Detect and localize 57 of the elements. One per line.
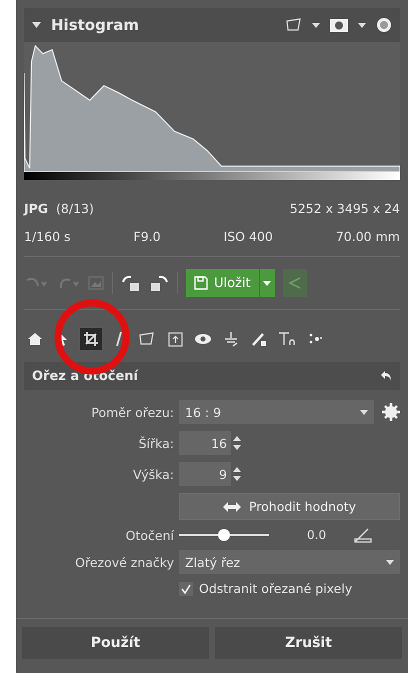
crop-tool[interactable] (80, 328, 102, 350)
file-format: JPG (8/13) (24, 200, 94, 216)
swap-values-button[interactable]: Prohodit hodnoty (179, 493, 400, 520)
height-label: Výška: (132, 466, 174, 482)
width-label: Šířka: (138, 436, 174, 450)
rotate-left-icon (121, 274, 141, 292)
histogram-title: Histogram (51, 16, 140, 34)
guides-dropdown[interactable]: Zlatý řez (179, 550, 400, 574)
settings-icon (376, 17, 392, 33)
floppy-icon (194, 276, 208, 290)
caret-icon (360, 410, 368, 414)
iso: ISO 400 (224, 228, 273, 244)
remove-pixels-checkbox[interactable] (179, 582, 193, 596)
collapse-caret-icon[interactable] (32, 22, 41, 28)
ruler-angle-icon (354, 527, 372, 543)
caret-icon (263, 280, 272, 286)
rotation-value: 0.0 (307, 528, 326, 542)
straighten-icon (115, 331, 123, 347)
home-icon (27, 331, 43, 347)
rotation-slider[interactable] (179, 528, 269, 542)
sparkle-icon (307, 332, 323, 346)
selection-icon (286, 18, 302, 32)
spinner-icon (233, 435, 241, 451)
share-icon (288, 276, 302, 290)
settings-icon (382, 403, 400, 421)
guides-label: Ořezové značky (74, 554, 174, 570)
height-field[interactable]: 9 (179, 462, 231, 486)
reset-icon (380, 370, 392, 382)
eye-icon (194, 333, 212, 345)
stamp-icon (223, 331, 239, 347)
swap-arrow-icon (222, 502, 241, 512)
width-field[interactable]: 16 (179, 431, 231, 455)
text-icon (278, 331, 296, 347)
slider-thumb[interactable] (218, 529, 230, 541)
cancel-button[interactable]: Zrušit (215, 627, 402, 659)
focal-length: 70.00 mm (336, 228, 400, 244)
remove-pixels-label: Odstranit ořezané pixely (199, 581, 352, 596)
frame-icon (168, 332, 182, 346)
selection-icon (139, 332, 155, 346)
crop-icon (83, 331, 99, 347)
spinner-icon (233, 466, 241, 482)
apply-button[interactable]: Použít (22, 627, 209, 659)
image-dimensions: 5252 x 3495 x 24 (290, 200, 400, 216)
image-icon (88, 276, 104, 290)
save-dropdown-button[interactable] (258, 269, 275, 297)
rotation-label: Otočení (124, 528, 174, 542)
ratio-label: Poměr ořezu: (90, 404, 174, 420)
brush-icon (251, 331, 267, 347)
caret-icon (358, 22, 366, 28)
aperture: F9.0 (134, 228, 161, 244)
shutter-speed: 1/160 s (24, 228, 71, 244)
ratio-dropdown[interactable]: 16 : 9 (179, 400, 374, 424)
rotate-right-icon (149, 274, 169, 292)
caret-icon (312, 22, 320, 28)
caret-icon (386, 560, 394, 564)
mask-icon (330, 18, 348, 32)
save-button[interactable]: Uložit (186, 269, 259, 297)
